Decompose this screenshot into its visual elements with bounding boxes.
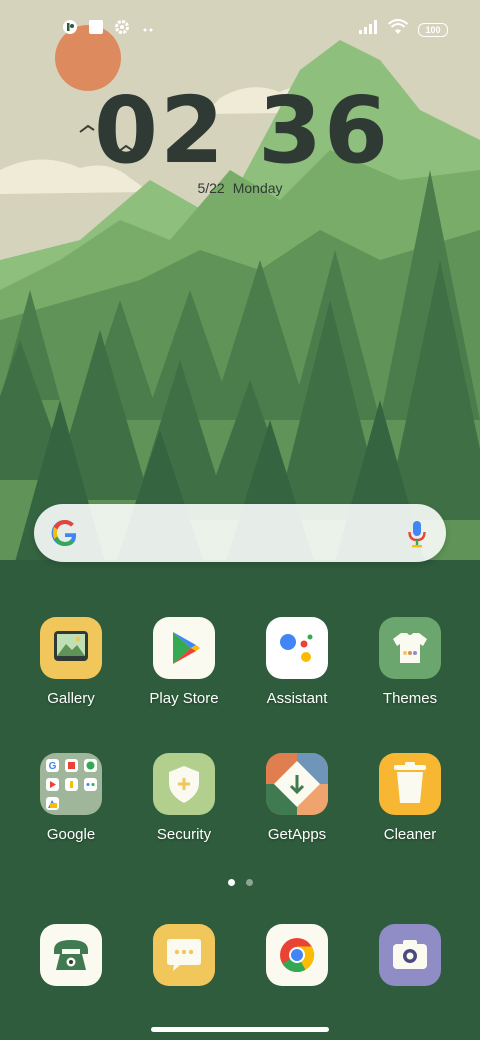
dock-messages[interactable] xyxy=(134,924,234,986)
gesture-navigation-bar[interactable] xyxy=(151,1027,329,1032)
app-google-folder[interactable]: G Google xyxy=(21,753,121,843)
more-notifications-icon xyxy=(140,21,156,39)
app-label: Cleaner xyxy=(383,826,437,843)
chrome-icon xyxy=(266,924,328,986)
svg-text:G: G xyxy=(49,761,57,772)
app-label: Themes xyxy=(382,690,438,707)
google-logo-icon xyxy=(51,520,77,547)
google-folder-icon: G xyxy=(40,753,102,815)
assistant-icon xyxy=(266,617,328,679)
dock-camera[interactable] xyxy=(360,924,460,986)
cleaner-trash-icon xyxy=(379,753,441,815)
date-display[interactable]: 5/22 Monday xyxy=(0,180,480,196)
date-day: 5/22 xyxy=(197,180,225,196)
play-store-icon xyxy=(153,617,215,679)
lock-clock[interactable]: 02 36 xyxy=(94,77,388,184)
camera-icon xyxy=(379,924,441,986)
clock-minutes: 36 xyxy=(258,76,391,184)
microphone-icon[interactable] xyxy=(408,520,426,548)
app-themes[interactable]: Themes xyxy=(360,617,460,707)
app-label: Security xyxy=(156,826,212,843)
app-label: Assistant xyxy=(266,690,328,707)
date-weekday: Monday xyxy=(232,180,283,196)
app-notification-icon xyxy=(62,19,78,40)
wifi-icon xyxy=(387,19,409,40)
app-play-store[interactable]: Play Store xyxy=(134,617,234,707)
app-label: Google xyxy=(46,826,96,843)
getapps-icon xyxy=(266,753,328,815)
app-label: Gallery xyxy=(47,690,95,707)
status-bar: 100 xyxy=(0,0,480,56)
app-cleaner[interactable]: Cleaner xyxy=(360,753,460,843)
app-label: GetApps xyxy=(267,826,327,843)
clock-hours: 02 xyxy=(93,76,226,184)
app-gallery[interactable]: Gallery xyxy=(21,617,121,707)
app-getapps[interactable]: GetApps xyxy=(247,753,347,843)
themes-icon xyxy=(379,617,441,679)
page-dot-1[interactable] xyxy=(228,879,235,886)
app-label: Play Store xyxy=(149,690,219,707)
phone-icon xyxy=(40,924,102,986)
app-security[interactable]: Security xyxy=(134,753,234,843)
settings-icon xyxy=(114,19,130,40)
google-search-bar[interactable] xyxy=(34,504,446,562)
security-shield-icon xyxy=(153,753,215,815)
gallery-icon xyxy=(40,617,102,679)
battery-icon: 100 xyxy=(418,22,448,37)
page-indicator[interactable] xyxy=(228,879,253,886)
square-notification-icon xyxy=(88,19,104,40)
signal-icon xyxy=(358,20,378,39)
page-dot-2[interactable] xyxy=(246,879,253,886)
dock-phone[interactable] xyxy=(21,924,121,986)
app-assistant[interactable]: Assistant xyxy=(247,617,347,707)
dock-chrome[interactable] xyxy=(247,924,347,986)
messages-icon xyxy=(153,924,215,986)
